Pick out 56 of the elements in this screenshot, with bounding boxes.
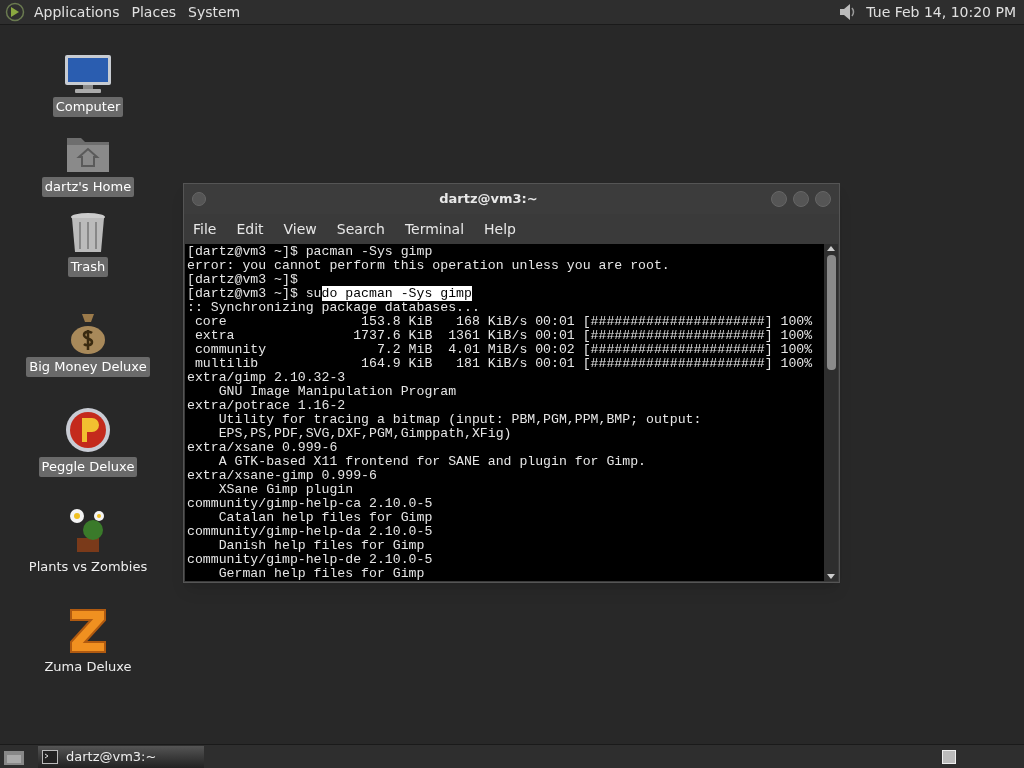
icon-label[interactable]: Big Money Deluxe: [26, 357, 150, 377]
terminal-line: extra 1737.6 KiB 1361 KiB/s 00:01 [######################] 100%: [193, 328, 813, 343]
scrollbar[interactable]: [824, 244, 838, 581]
terminal-line: extra/gimp 2.10.32-3: [187, 370, 346, 385]
terminal-line: core 153.8 KiB 168 KiB/s 00:01 [######################] 100%: [193, 314, 813, 329]
menu-item[interactable]: Search: [336, 218, 385, 240]
terminal-line: Catalan help files for Gimp: [217, 510, 433, 525]
terminal-line: community 7.2 MiB 4.01 MiB/s 00:02 [######################] 100%: [193, 342, 813, 357]
terminal-line: community/gimp-help-ca 2.10.0-5: [187, 496, 433, 511]
terminal-line: error: you cannot perform this operation unless you are root.: [187, 258, 670, 273]
icon-label[interactable]: Zuma Deluxe: [41, 657, 135, 677]
terminal-line: [dartz@vm3 ~]$ su: [187, 286, 322, 301]
menu-item[interactable]: File: [193, 218, 217, 240]
taskbar-button[interactable]: dartz@vm3:~: [38, 745, 204, 768]
terminal-line: community/gimp-help-de 2.10.0-5: [187, 552, 433, 567]
letter-block-icon: [67, 606, 109, 654]
logo-icon: [4, 2, 26, 22]
terminal-line: [dartz@vm3 ~]$ pacman -Sys gimp: [187, 244, 433, 259]
icon-label[interactable]: Computer: [52, 97, 124, 117]
terminal-line: extra/potrace 1.16-2: [187, 398, 346, 413]
panel-menu[interactable]: Applications: [34, 1, 120, 23]
scroll-up-icon[interactable]: [827, 246, 835, 251]
scrollbar-thumb[interactable]: [826, 255, 836, 370]
computer-icon: [63, 54, 113, 94]
panel-menu[interactable]: Places: [131, 1, 177, 23]
selected-text: do pacman -Sys gimp: [321, 286, 472, 301]
workspace-switcher[interactable]: [942, 749, 956, 764]
menu-item[interactable]: Edit: [236, 218, 264, 240]
ball-icon: [64, 406, 112, 454]
icon-label[interactable]: Trash: [67, 257, 109, 277]
scroll-down-icon[interactable]: [827, 574, 835, 579]
money-bag-icon: [68, 312, 108, 354]
terminal-line: German help files for Gimp: [217, 566, 425, 581]
terminal-line: Utility for tracing a bitmap (input: PBM,PGM,PPM,BMP; output:: [217, 412, 702, 427]
window-title: dartz@vm3:~: [438, 190, 539, 209]
menu-item[interactable]: View: [283, 218, 317, 240]
terminal-line: EPS,PS,PDF,SVG,DXF,PGM,Gimppath,XFig): [217, 426, 512, 441]
clock[interactable]: Tue Feb 14, 10:20 PM: [866, 1, 1016, 23]
terminal-line: extra/xsane 0.999-6: [187, 440, 338, 455]
icon-label[interactable]: dartz's Home: [41, 177, 135, 197]
terminal-line: A GTK-based X11 frontend for SANE and plugin for Gimp.: [217, 454, 646, 469]
menu-item[interactable]: Help: [484, 218, 516, 240]
terminal-line: [dartz@vm3 ~]$: [187, 272, 298, 287]
terminal-line: multilib 164.9 KiB 181 KiB/s 00:01 [######################] 100%: [193, 356, 813, 371]
terminal-line: community/gimp-help-da 2.10.0-5: [187, 524, 433, 539]
terminal-line: GNU Image Manipulation Program: [217, 384, 457, 399]
terminal-line: extra/xsane-gimp 0.999-6: [187, 468, 377, 483]
terminal-line: XSane Gimp plugin: [217, 482, 354, 497]
trash-icon: [69, 212, 107, 254]
icon-label[interactable]: Plants vs Zombies: [25, 557, 151, 577]
terminal-line: Danish help files for Gimp: [217, 538, 425, 553]
terminal-line: :: Synchronizing package databases...: [187, 300, 480, 315]
menu-item[interactable]: Terminal: [404, 218, 465, 240]
terminal-icon: [42, 749, 58, 764]
icon-label[interactable]: Peggle Deluxe: [38, 457, 138, 477]
panel-menu[interactable]: System: [188, 1, 241, 23]
